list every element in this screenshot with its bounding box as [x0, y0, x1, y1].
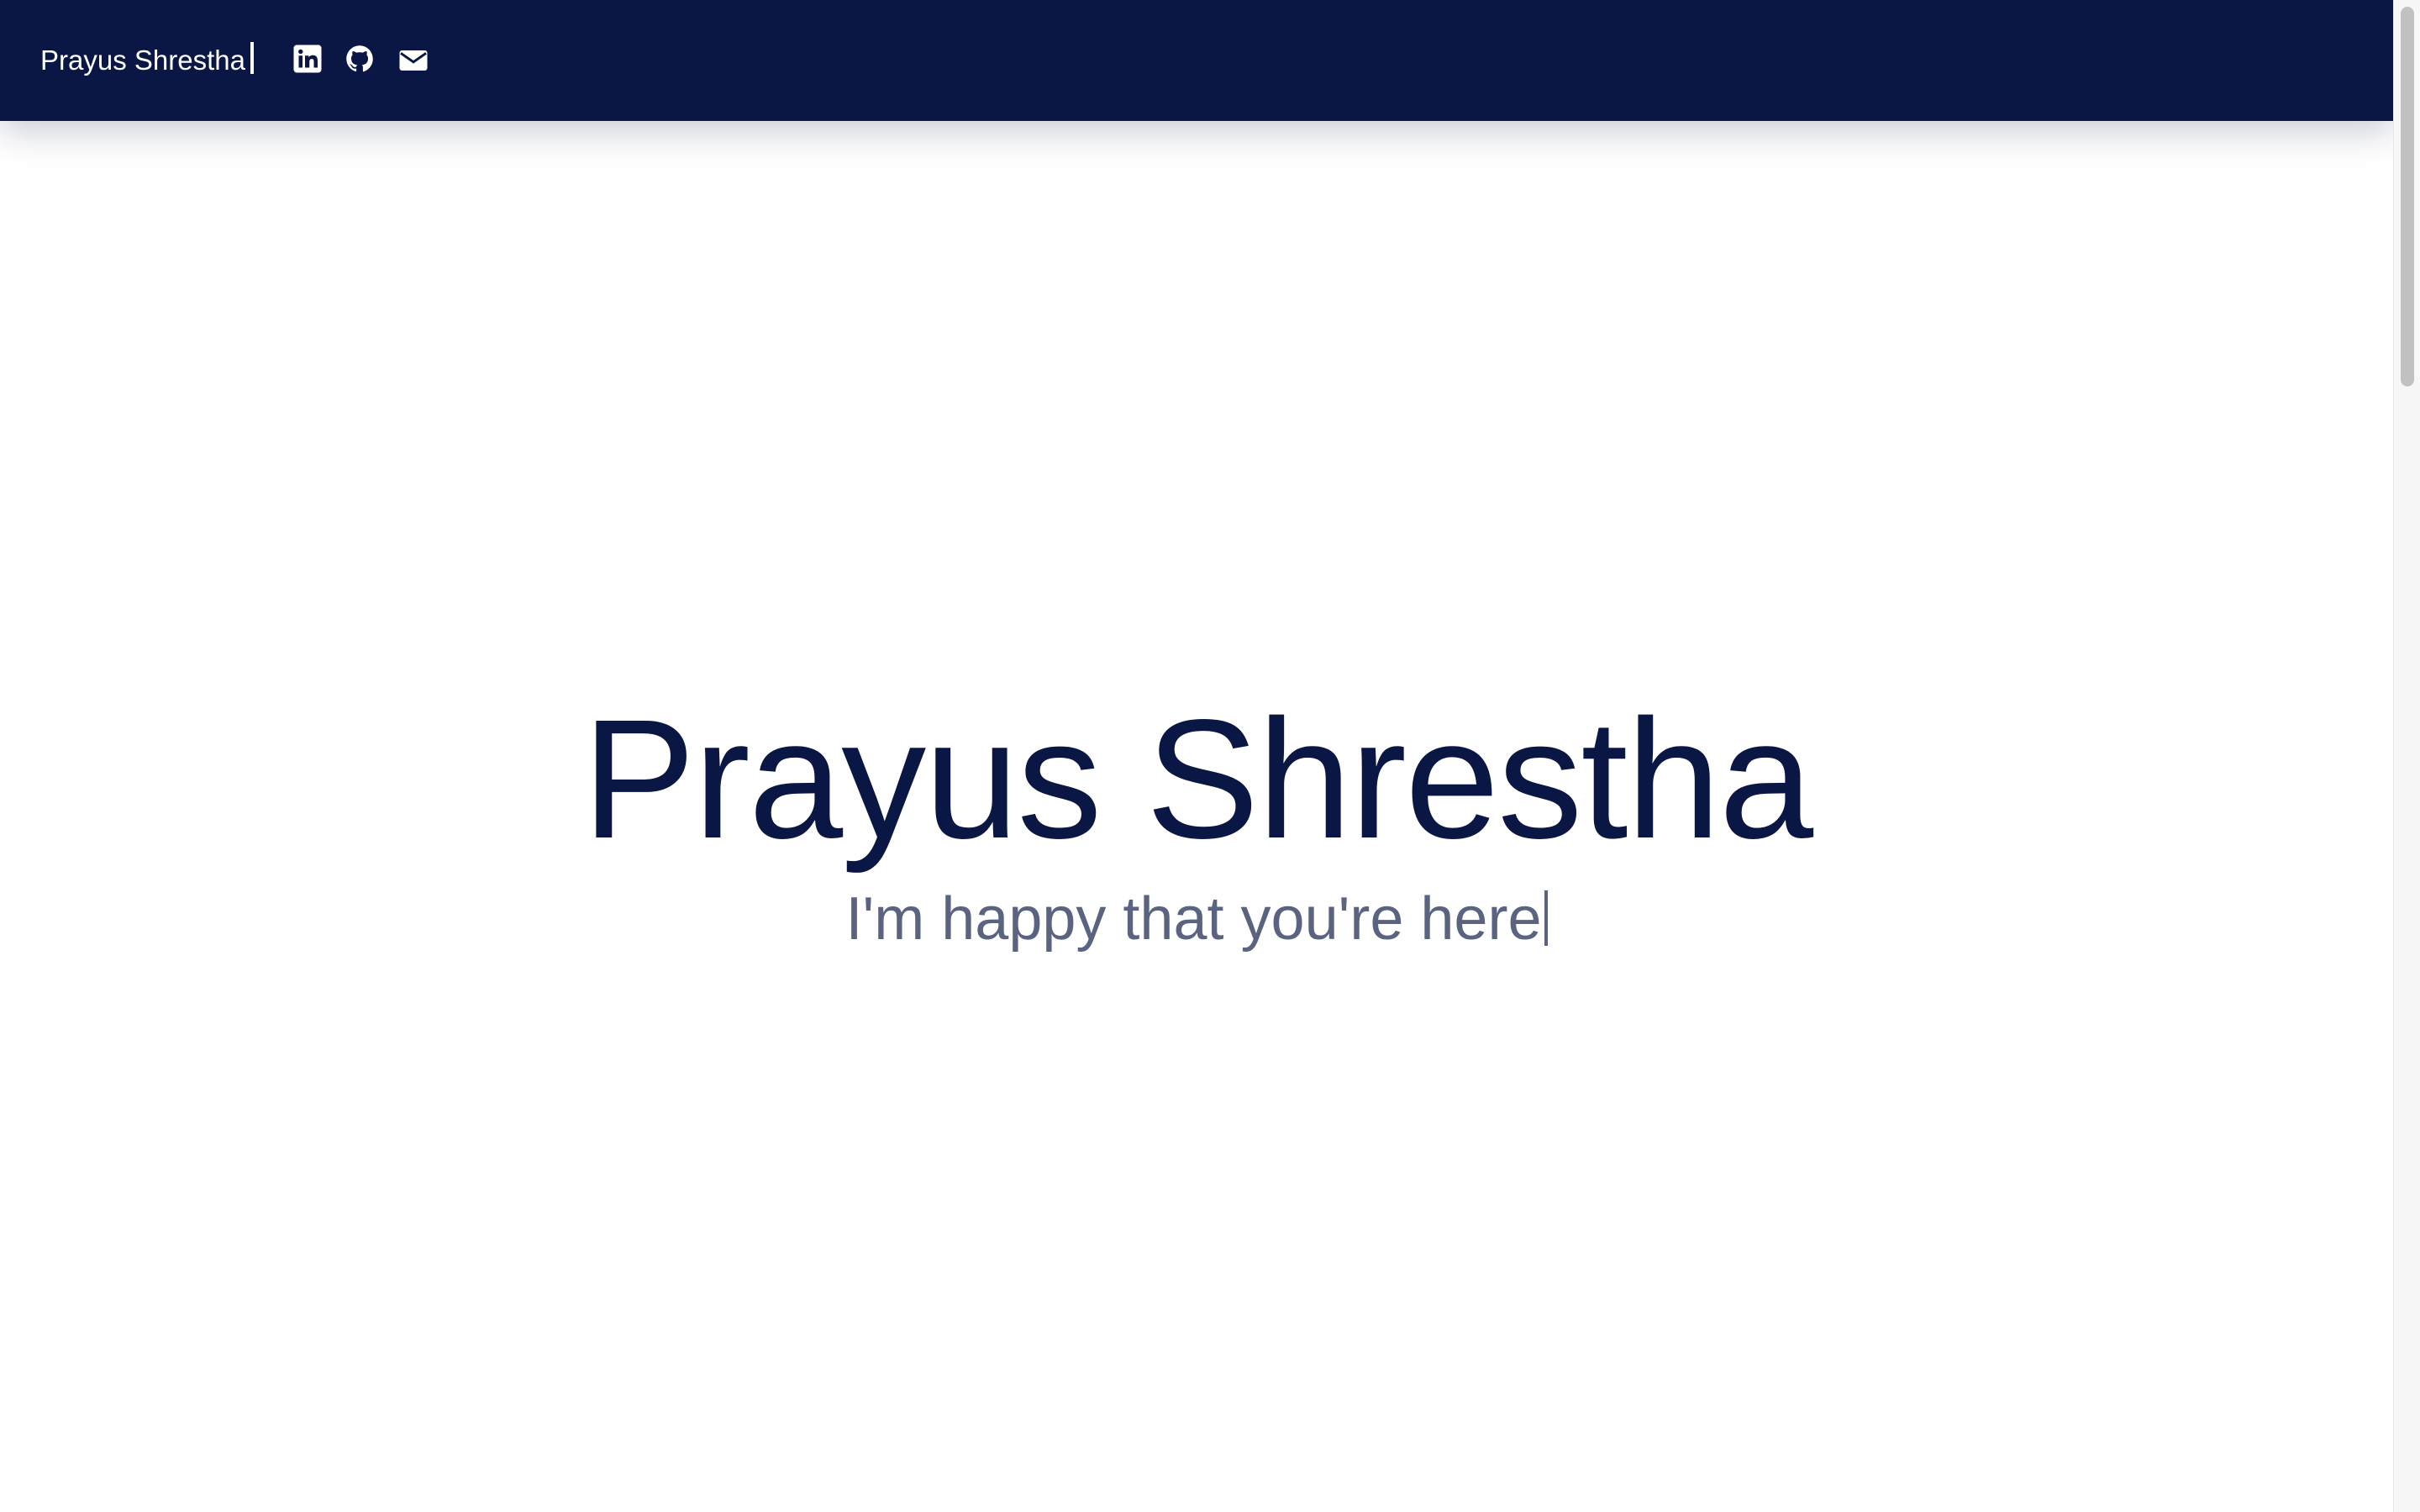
scrollbar[interactable] [2393, 0, 2420, 1512]
navbar: Prayus Shrestha [0, 0, 2394, 121]
email-icon[interactable] [398, 45, 429, 76]
typing-cursor [1544, 890, 1549, 946]
linkedin-icon-graphic [293, 45, 322, 73]
hero-tagline: I'm happy that you're here [845, 885, 1542, 953]
hero-section: Prayus Shrestha I'm happy that you're he… [0, 121, 2394, 1512]
github-icon[interactable] [345, 44, 375, 74]
hero-tagline-line: I'm happy that you're here [0, 881, 2394, 957]
scrollbar-thumb[interactable] [2401, 7, 2414, 386]
linkedin-icon[interactable] [292, 44, 323, 74]
email-icon-graphic [399, 50, 428, 71]
github-icon-graphic [346, 45, 373, 72]
brand-link[interactable]: Prayus Shrestha [40, 40, 245, 81]
navbar-divider [250, 42, 254, 74]
hero-name: Prayus Shrestha [581, 684, 1813, 874]
page: Prayus Shrestha Prayus Shrestha I'm happ… [0, 0, 2420, 1512]
